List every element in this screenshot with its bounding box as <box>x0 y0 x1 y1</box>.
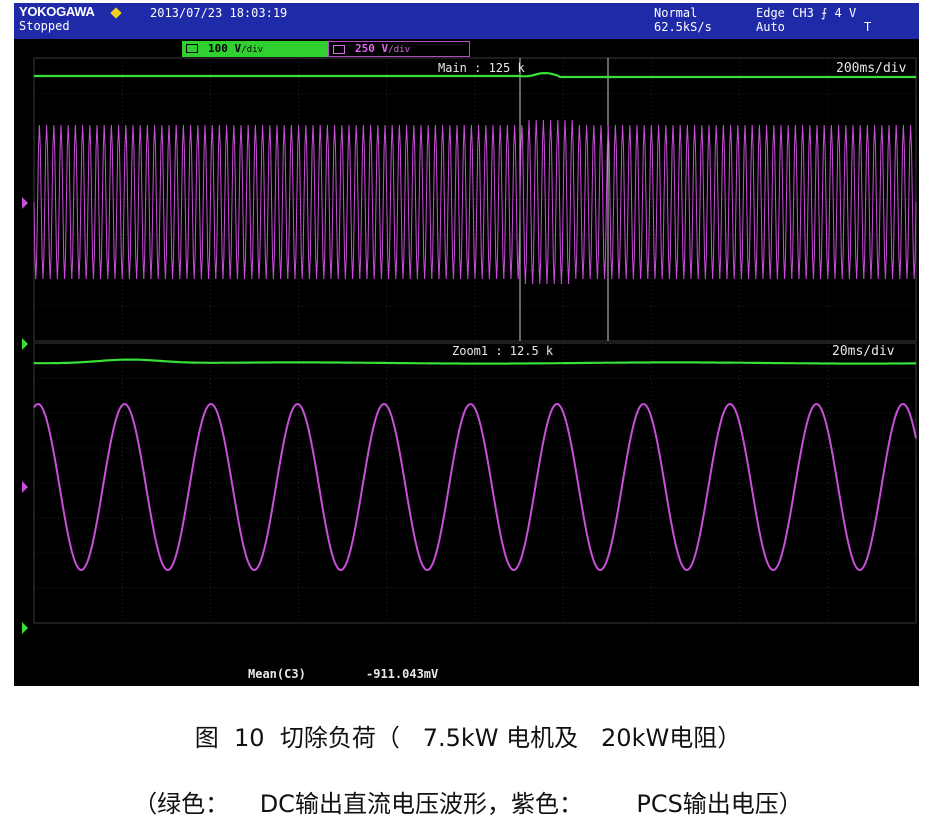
measurement-name: Mean(C3) <box>248 667 306 681</box>
main-ch3-ground-marker-icon <box>22 197 28 209</box>
main-timebase: 200ms/div <box>836 61 907 76</box>
figure-legend: （绿色： DC输出直流电压波形，紫色： PCS输出电压） <box>133 790 803 818</box>
measurement-value: -911.043mV <box>366 667 439 681</box>
zoom-ch3-ground-marker-icon <box>22 481 28 493</box>
zoom-window-label: Zoom1 : 12.5 k <box>452 344 554 358</box>
zoom-dc-voltage-trace <box>33 358 916 365</box>
oscilloscope-screen: YOKOGAWA Stopped 2013/07/23 18:03:19 Nor… <box>14 3 919 686</box>
ch1-ground-marker-icon <box>22 622 28 634</box>
figure-caption: 图 10 切除负荷（ 7.5kW 电机及 20kW电阻） <box>194 724 742 752</box>
zoom-timebase: 20ms/div <box>832 344 895 359</box>
main-window-label: Main : 125 k <box>438 61 525 75</box>
zoom-ch1-ground-marker-icon <box>22 338 28 350</box>
